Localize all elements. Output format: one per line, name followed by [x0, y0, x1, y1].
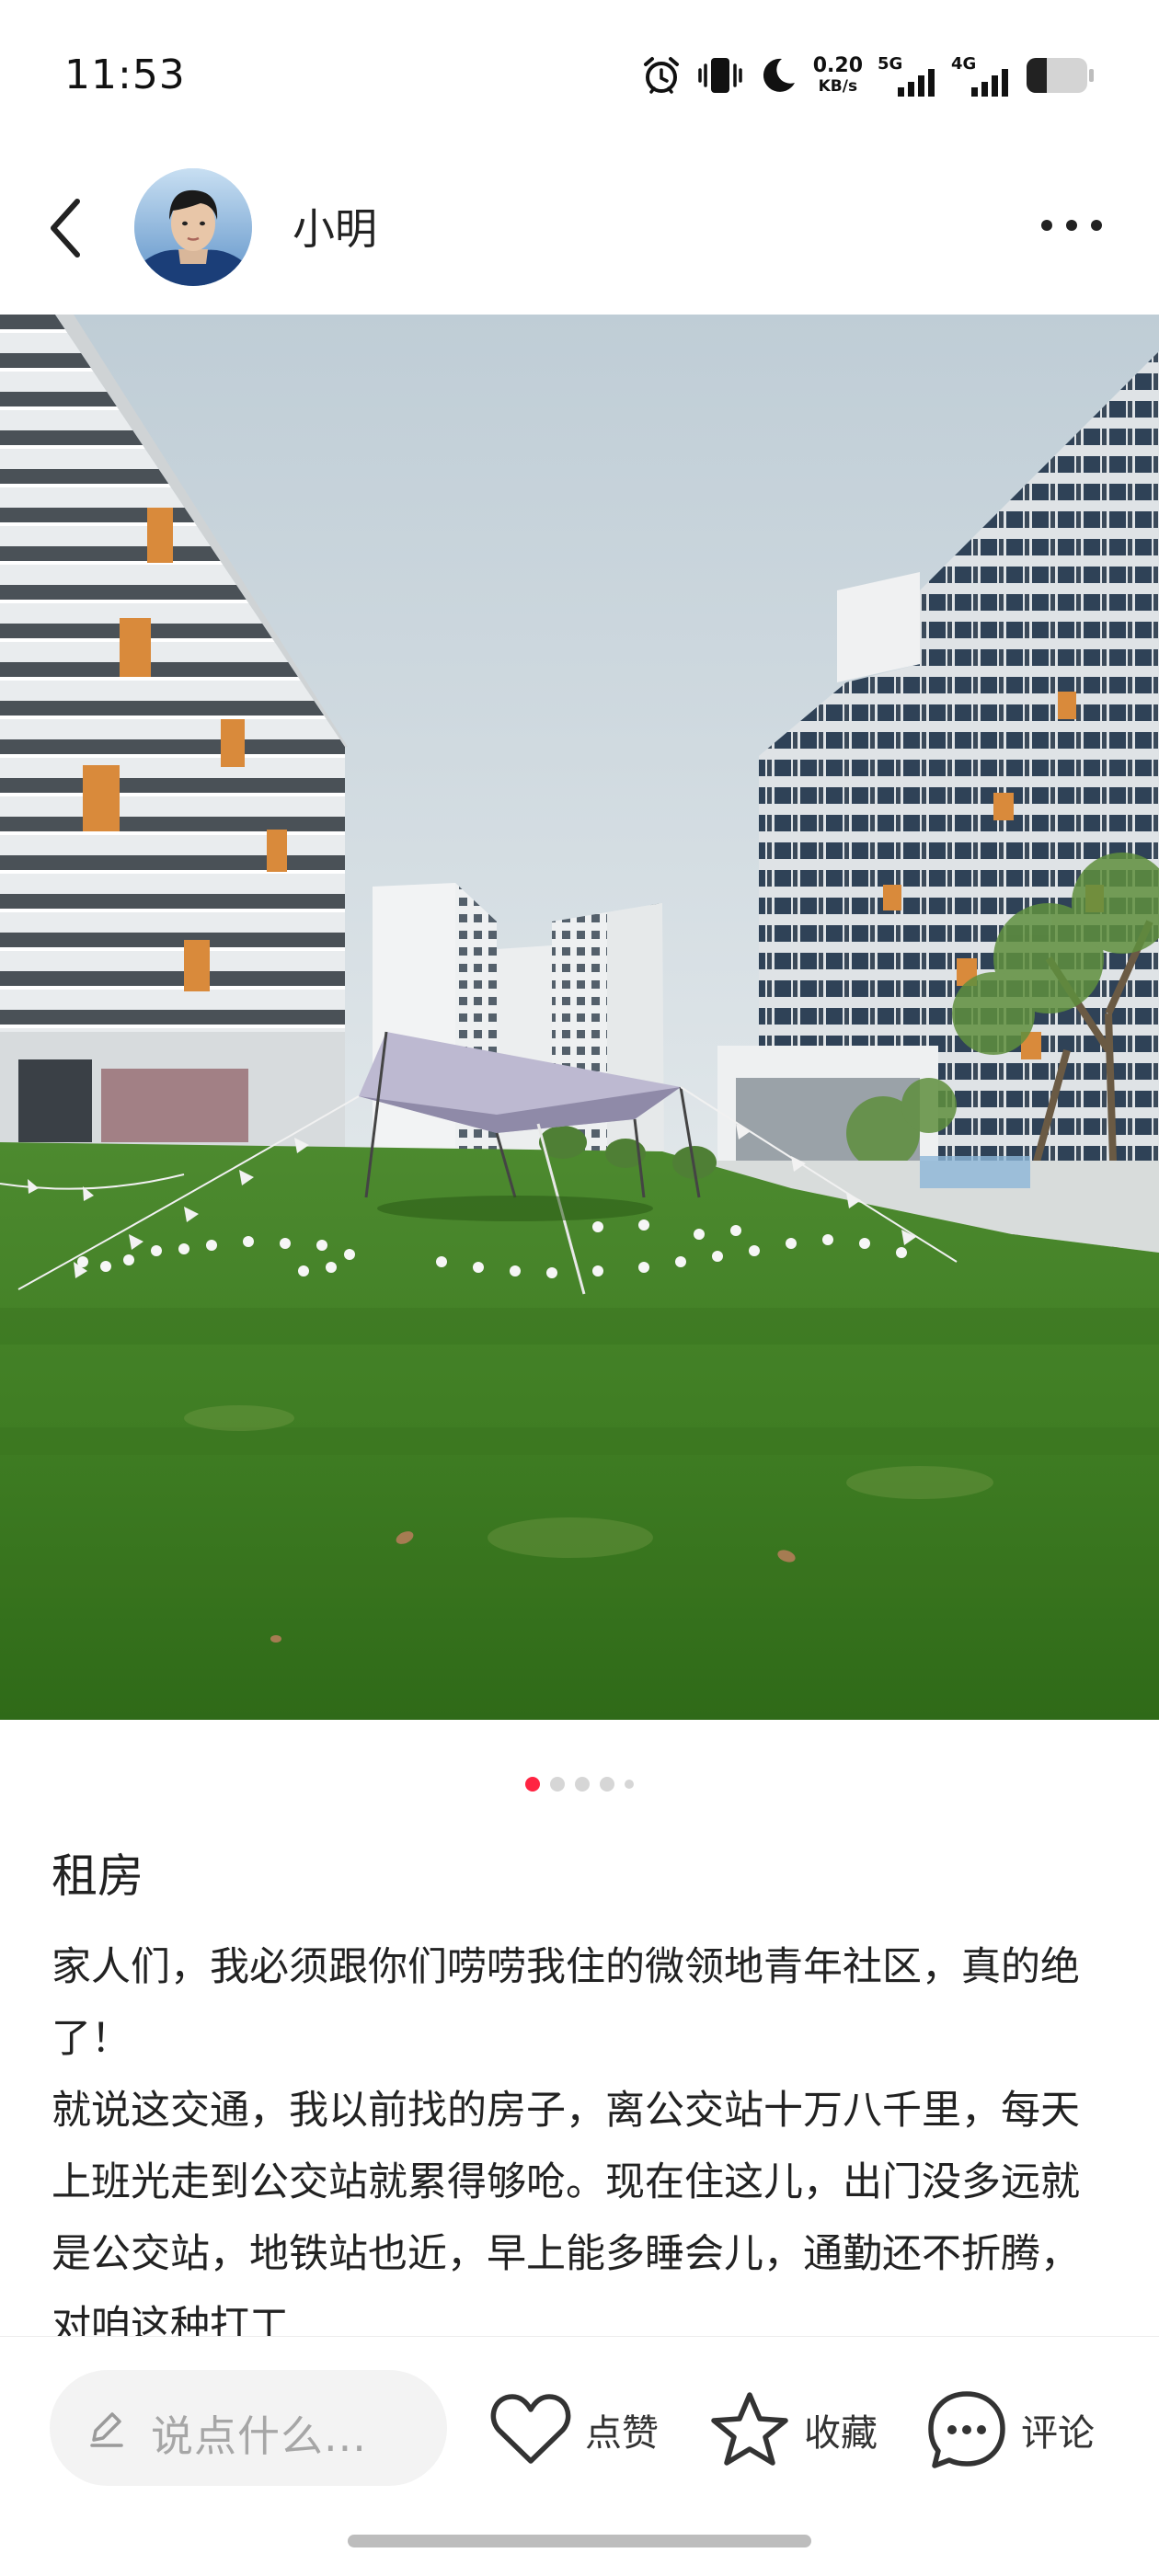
status-icons: 0.20 KB/s 5G 4G: [640, 48, 1095, 103]
net-speed-indicator: 0.20 KB/s: [813, 56, 863, 95]
post-paragraph-2: 就说这交通，我以前找的房子，离公交站十万八千里，每天上班光走到公交站就累得够呛。…: [52, 2088, 1080, 2336]
carousel-dot-5[interactable]: [625, 1780, 634, 1789]
author-avatar[interactable]: [134, 168, 252, 286]
more-icon: [1041, 220, 1102, 231]
collect-button[interactable]: 收藏: [708, 2388, 878, 2471]
more-button[interactable]: [1030, 198, 1113, 253]
carousel-dot-4[interactable]: [600, 1777, 614, 1792]
like-label: 点赞: [585, 2412, 659, 2455]
moon-icon: [763, 58, 795, 92]
post-title: 租房: [52, 1849, 143, 1903]
home-indicator[interactable]: [348, 2535, 811, 2547]
comment-button[interactable]: 评论: [925, 2388, 1095, 2471]
star-icon: [711, 2392, 788, 2466]
alarm-icon: [643, 57, 679, 94]
net-speed-unit: KB/s: [818, 77, 858, 96]
status-bar: 11:53 0.20 KB/s 5G 4G: [0, 0, 1159, 156]
carousel-dot-3[interactable]: [575, 1777, 590, 1792]
vibrate-icon: [697, 58, 742, 93]
signal-4g-icon: 4G: [951, 54, 1010, 97]
comment-bubble-icon: [928, 2391, 1005, 2468]
carousel-indicator: [0, 1777, 1159, 1792]
net-speed-value: 0.20: [812, 54, 863, 77]
comment-input[interactable]: 说点什么...: [50, 2370, 447, 2486]
heart-icon: [490, 2394, 571, 2464]
comment-label: 评论: [1021, 2412, 1095, 2455]
pencil-icon: [90, 2412, 123, 2447]
post-header: 小明: [0, 161, 1159, 290]
back-button[interactable]: [40, 187, 96, 269]
comment-placeholder: 说点什么...: [151, 2411, 367, 2461]
post-photo-illustration: [0, 315, 1159, 1720]
signal-5g-icon: 5G: [878, 54, 936, 97]
battery-icon: [1027, 58, 1094, 93]
post-body: 家人们，我必须跟你们唠唠我住的微领地青年社区，真的绝了！ 就说这交通，我以前找的…: [52, 1931, 1109, 2336]
author-name[interactable]: 小明: [293, 196, 377, 257]
post-paragraph-1: 家人们，我必须跟你们唠唠我住的微领地青年社区，真的绝了！: [52, 1944, 1080, 2062]
carousel-dot-2[interactable]: [550, 1777, 565, 1792]
status-time: 11:53: [64, 52, 186, 98]
back-icon: [51, 199, 80, 258]
like-button[interactable]: 点赞: [489, 2388, 659, 2471]
collect-label: 收藏: [804, 2412, 878, 2455]
post-image[interactable]: [0, 315, 1159, 1720]
carousel-dot-1[interactable]: [525, 1777, 540, 1792]
